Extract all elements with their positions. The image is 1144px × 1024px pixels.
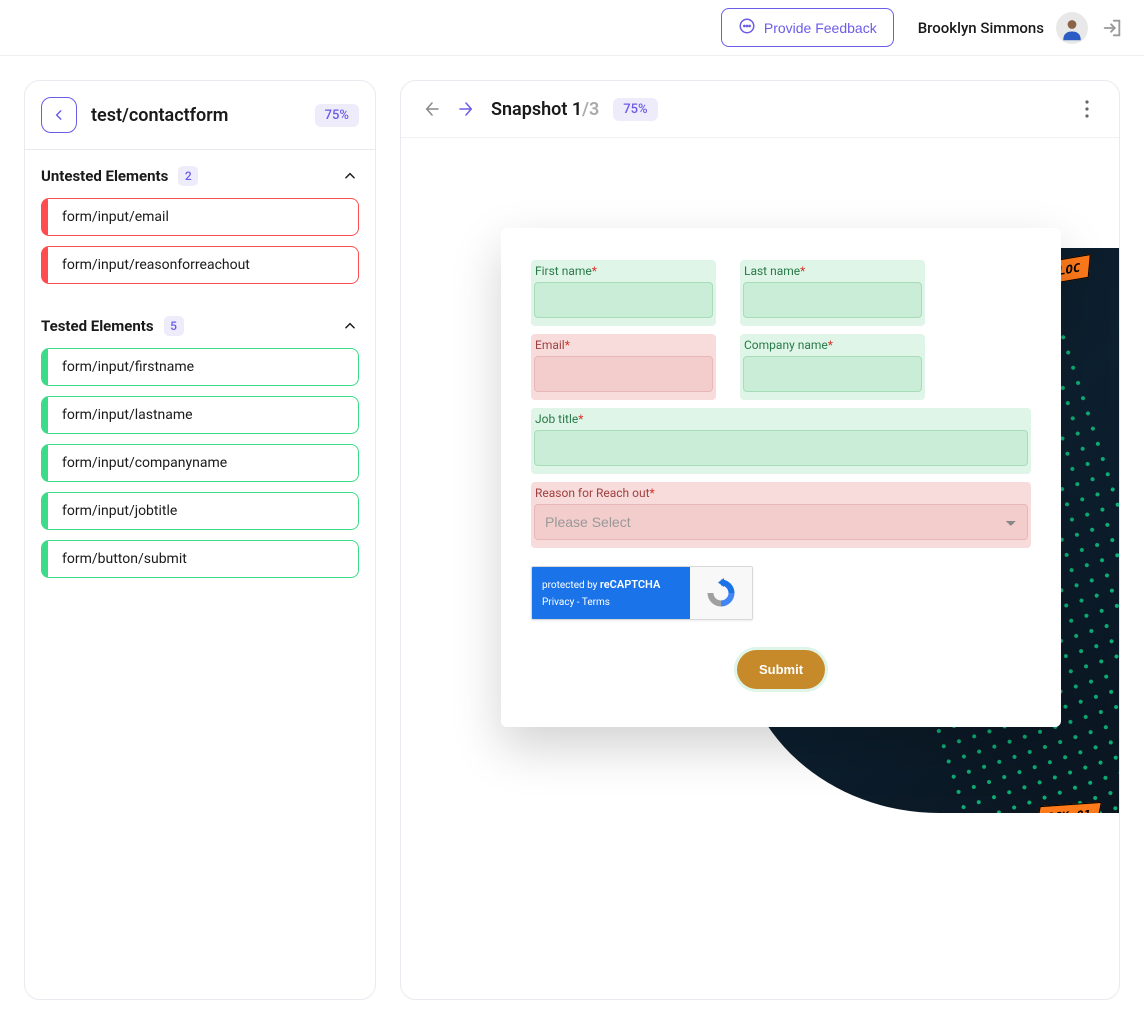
snapshot-area: BLOC OCK 01 First name* Last name*	[401, 138, 1119, 999]
user-name: Brooklyn Simmons	[918, 19, 1044, 37]
reason-field: Reason for Reach out* Please Select	[531, 482, 1031, 548]
list-item[interactable]: form/input/jobtitle	[41, 492, 359, 530]
untested-list: form/input/email form/input/reasonforrea…	[41, 198, 359, 284]
list-item[interactable]: form/input/reasonforreachout	[41, 246, 359, 284]
more-options-button[interactable]	[1075, 97, 1099, 121]
avatar[interactable]	[1056, 12, 1088, 44]
first-name-input[interactable]	[534, 282, 713, 318]
user-block: Brooklyn Simmons	[918, 12, 1124, 44]
company-field: Company name*	[740, 334, 925, 400]
recaptcha[interactable]: protected by reCAPTCHA Privacy - Terms	[531, 566, 753, 620]
coverage-badge: 75%	[613, 98, 657, 121]
reason-select[interactable]: Please Select	[534, 504, 1028, 540]
snapshot-title: Snapshot 1/3	[491, 99, 599, 120]
elements-panel-header: test/contactform 75%	[25, 81, 375, 150]
recaptcha-icon	[690, 567, 752, 619]
tested-list: form/input/firstname form/input/lastname…	[41, 348, 359, 578]
list-item[interactable]: form/input/firstname	[41, 348, 359, 386]
untested-header[interactable]: Untested Elements 2	[41, 166, 359, 186]
sign-out-icon[interactable]	[1100, 16, 1124, 40]
tested-section: Tested Elements 5 form/input/firstname f…	[25, 300, 375, 594]
first-name-field: First name*	[531, 260, 716, 326]
job-title-field: Job title*	[531, 408, 1031, 474]
chevron-up-icon	[341, 167, 359, 185]
coverage-badge: 75%	[315, 104, 359, 127]
section-title: Untested Elements	[41, 167, 168, 185]
snapshot-nav	[421, 98, 477, 120]
snapshot-header: Snapshot 1/3 75%	[401, 81, 1119, 138]
app-header: Provide Feedback Brooklyn Simmons	[0, 0, 1144, 56]
elements-panel: test/contactform 75% Untested Elements 2…	[24, 80, 376, 1000]
page-title: test/contactform	[91, 105, 301, 126]
count-badge: 5	[164, 316, 184, 336]
section-title: Tested Elements	[41, 317, 154, 335]
submit-button[interactable]: Submit	[737, 650, 825, 689]
feedback-label: Provide Feedback	[764, 20, 877, 36]
last-name-input[interactable]	[743, 282, 922, 318]
next-snapshot-button[interactable]	[455, 98, 477, 120]
prev-snapshot-button[interactable]	[421, 98, 443, 120]
list-item[interactable]: form/button/submit	[41, 540, 359, 578]
provide-feedback-button[interactable]: Provide Feedback	[721, 8, 894, 47]
chat-icon	[738, 17, 756, 38]
email-input[interactable]	[534, 356, 713, 392]
last-name-field: Last name*	[740, 260, 925, 326]
list-item[interactable]: form/input/companyname	[41, 444, 359, 482]
snapshot-panel: Snapshot 1/3 75% BLOC OCK 01 First name*	[400, 80, 1120, 1000]
tested-header[interactable]: Tested Elements 5	[41, 316, 359, 336]
job-title-input[interactable]	[534, 430, 1028, 466]
company-input[interactable]	[743, 356, 922, 392]
contact-form: First name* Last name* Email* Company na	[501, 228, 1061, 727]
chevron-up-icon	[341, 317, 359, 335]
list-item[interactable]: form/input/email	[41, 198, 359, 236]
count-badge: 2	[178, 166, 198, 186]
untested-section: Untested Elements 2 form/input/email for…	[25, 150, 375, 300]
back-button[interactable]	[41, 97, 77, 133]
email-field: Email*	[531, 334, 716, 400]
list-item[interactable]: form/input/lastname	[41, 396, 359, 434]
